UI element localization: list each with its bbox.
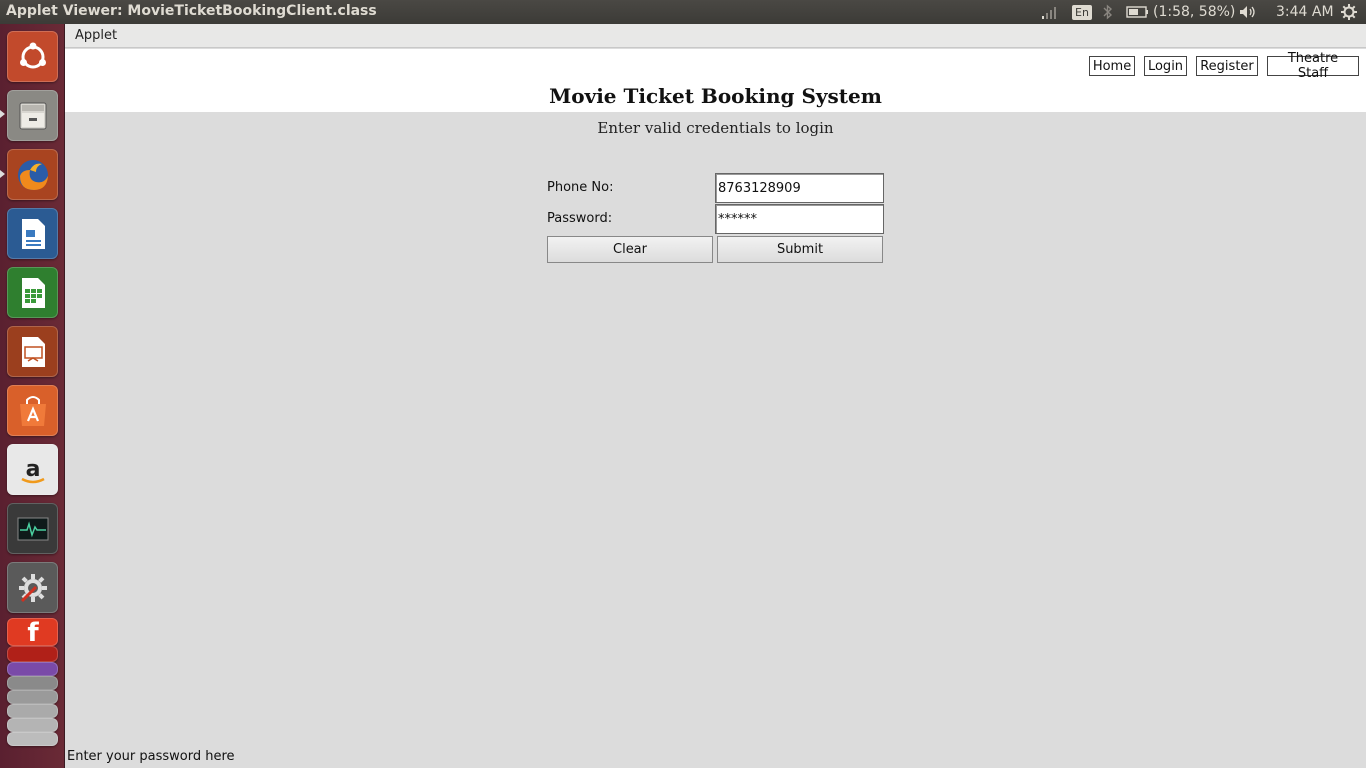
clear-button[interactable]: Clear (547, 236, 713, 263)
battery-indicator[interactable]: (1:58, 58%) (1126, 0, 1235, 24)
svg-text:a: a (25, 457, 40, 482)
launcher-stack-item[interactable] (7, 662, 58, 676)
bluetooth-icon[interactable] (1102, 0, 1114, 24)
system-settings-icon[interactable] (7, 562, 58, 613)
keyboard-indicator[interactable]: En (1072, 0, 1092, 24)
filezilla-icon[interactable]: f (7, 618, 58, 648)
phone-label: Phone No: (547, 180, 614, 195)
menubar: Applet (65, 24, 1366, 48)
battery-text: (1:58, 58%) (1153, 4, 1236, 20)
launcher-stack-item[interactable] (7, 732, 58, 746)
status-text: Enter your password here (67, 749, 235, 764)
software-center-icon[interactable] (7, 385, 58, 436)
password-input[interactable] (715, 204, 884, 234)
password-label: Password: (547, 211, 613, 226)
top-panel: Applet Viewer: MovieTicketBookingClient.… (0, 0, 1366, 24)
launcher-stack-item[interactable] (7, 646, 58, 662)
svg-text:f: f (27, 618, 39, 648)
header-panel: Home Login Register Theatre Staff Movie … (65, 49, 1366, 112)
calc-icon[interactable] (7, 267, 58, 318)
submit-button[interactable]: Submit (717, 236, 883, 263)
keyboard-layout-label: En (1072, 4, 1092, 20)
applet-area: Home Login Register Theatre Staff Movie … (65, 49, 1366, 768)
theatre-staff-button[interactable]: Theatre Staff (1267, 51, 1359, 81)
window-title: Applet Viewer: MovieTicketBookingClient.… (6, 3, 377, 19)
launcher-stack-item[interactable] (7, 704, 58, 718)
applet-menu[interactable]: Applet (75, 28, 117, 43)
running-indicator (0, 170, 5, 178)
amazon-icon[interactable]: a (7, 444, 58, 495)
login-button[interactable]: Login (1144, 56, 1187, 76)
impress-icon[interactable] (7, 326, 58, 377)
network-icon[interactable] (1040, 0, 1060, 24)
ubuntu-dash-icon[interactable] (7, 31, 58, 82)
launcher-stack-item[interactable] (7, 690, 58, 704)
volume-icon[interactable] (1238, 0, 1258, 24)
launcher-stack-item[interactable] (7, 718, 58, 732)
firefox-icon[interactable] (7, 149, 58, 200)
launcher: a f (0, 24, 65, 768)
launcher-stack-item[interactable] (7, 676, 58, 690)
page-title: Movie Ticket Booking System (549, 84, 882, 108)
system-monitor-icon[interactable] (7, 503, 58, 554)
page-subtitle: Enter valid credentials to login (597, 119, 834, 137)
home-button[interactable]: Home (1089, 56, 1135, 76)
session-gear-icon[interactable] (1340, 0, 1358, 24)
battery-icon (1126, 6, 1148, 18)
writer-icon[interactable] (7, 208, 58, 259)
phone-input[interactable] (715, 173, 884, 203)
register-button[interactable]: Register (1196, 56, 1258, 76)
files-icon[interactable] (7, 90, 58, 141)
running-indicator (0, 110, 5, 118)
clock[interactable]: 3:44 AM (1276, 0, 1334, 24)
clock-text: 3:44 AM (1276, 4, 1334, 20)
